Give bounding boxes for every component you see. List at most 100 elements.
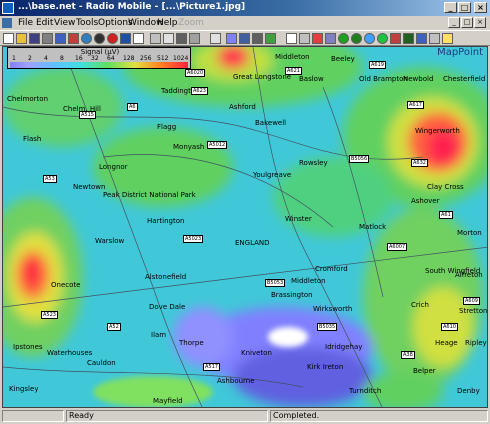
antenna-icon[interactable] (94, 33, 105, 44)
cartesian-icon[interactable] (299, 33, 310, 44)
menu-help[interactable]: Help (157, 18, 178, 28)
open-folder-icon[interactable] (16, 33, 27, 44)
world-map-icon[interactable] (403, 33, 414, 44)
place-label: Thorpe (179, 339, 204, 347)
network-icon[interactable] (42, 33, 53, 44)
place-label: Flagg (157, 123, 177, 131)
place-label: Newbold (403, 75, 434, 83)
menu-file[interactable]: File (18, 18, 33, 28)
place-label: Longnor (99, 163, 128, 171)
save-icon[interactable] (29, 33, 40, 44)
place-label: Matlock (359, 223, 387, 231)
doc-close-button[interactable]: × (474, 17, 486, 28)
place-label: Idridgehay (325, 343, 363, 351)
resize-icon[interactable] (176, 33, 187, 44)
doc-minimize-button[interactable]: _ (448, 17, 460, 28)
road-label: A53 (43, 175, 57, 183)
place-label: Clay Cross (427, 183, 464, 191)
legend-tick: 512 (157, 55, 169, 62)
help-icon[interactable] (442, 33, 453, 44)
menu-zoom[interactable]: Zoom (178, 18, 204, 28)
apr-icon[interactable] (351, 33, 362, 44)
merge-pictures-icon[interactable] (163, 33, 174, 44)
stop-icon[interactable] (107, 33, 118, 44)
chart-icon[interactable] (390, 33, 401, 44)
polar-icon[interactable] (312, 33, 323, 44)
style-icon[interactable] (265, 33, 276, 44)
place-label: Warslow (95, 237, 125, 245)
place-label: Newtown (73, 183, 106, 191)
legend-tick: 128 (123, 55, 135, 62)
place-label: Winster (285, 215, 312, 223)
place-label: Alfreton (455, 271, 483, 279)
place-label: Belper (413, 367, 436, 375)
crop-icon[interactable] (189, 33, 200, 44)
menu-edit[interactable]: Edit (36, 18, 53, 28)
compass-icon[interactable] (377, 33, 388, 44)
road-label: A5023 (183, 235, 204, 243)
document-window-controls: _ □ × (448, 17, 488, 29)
properties-icon[interactable] (55, 33, 66, 44)
new-file-icon[interactable] (3, 33, 14, 44)
place-label: Middleton (275, 53, 310, 61)
road-label: A623 (191, 87, 208, 95)
place-label: Dove Dale (149, 303, 186, 311)
globe-icon[interactable] (81, 33, 92, 44)
place-label: Great Longstone (233, 73, 292, 81)
road-label: A632 (411, 159, 428, 167)
coverage-map[interactable]: Signal (µV) 1 2 4 8 16 32 64 128 256 512… (2, 46, 488, 408)
coverage-icon[interactable] (364, 33, 375, 44)
road-label: B5035 (317, 323, 338, 331)
place-label: Stretton (459, 307, 488, 315)
earth-icon[interactable] (416, 33, 427, 44)
minimize-button[interactable]: _ (444, 2, 457, 13)
place-label: Onecote (51, 281, 81, 289)
visual-coverage-icon[interactable] (133, 33, 144, 44)
doc-restore-button[interactable]: □ (461, 17, 473, 28)
place-label: Kingsley (9, 385, 39, 393)
settings-icon[interactable] (252, 33, 263, 44)
place-label: Brassington (271, 291, 313, 299)
elevation-grid-icon[interactable] (286, 33, 297, 44)
place-label: Kirk Ireton (307, 363, 344, 371)
find-icon[interactable] (239, 33, 250, 44)
print-icon[interactable] (210, 33, 221, 44)
menu-view[interactable]: View (54, 18, 75, 28)
legend-tick: 4 (44, 55, 48, 62)
place-label: Bakewell (255, 119, 287, 127)
window-title: ...\base.net - Radio Mobile - [...\Pictu… (18, 2, 246, 12)
place-label: Waterhouses (47, 349, 93, 357)
menu-tools[interactable]: Tools (76, 18, 98, 28)
place-label: Baslow (299, 75, 324, 83)
road-label: A609 (463, 297, 480, 305)
legend-tick: 64 (107, 55, 115, 62)
place-label: Cromford (315, 265, 348, 273)
road-label: A517 (203, 363, 220, 371)
road-label: A6 (127, 103, 138, 111)
place-label: Wingerworth (415, 127, 460, 135)
close-button[interactable]: × (474, 2, 487, 13)
place-label: Beeley (331, 55, 355, 63)
signal-legend: Signal (µV) 1 2 4 8 16 32 64 128 256 512… (7, 47, 191, 69)
legend-color-scale (10, 62, 188, 68)
place-label: Ipstones (13, 343, 43, 351)
app-icon[interactable] (2, 2, 14, 14)
legend-tick: 16 (75, 55, 83, 62)
place-label: Cauldon (87, 359, 116, 367)
copy-icon[interactable] (226, 33, 237, 44)
place-label: Chelmorton (7, 95, 49, 103)
gps-icon[interactable] (338, 33, 349, 44)
title-bar[interactable]: ...\base.net - Radio Mobile - [...\Pictu… (0, 0, 490, 16)
status-panel-state: Ready (66, 410, 268, 422)
calculator-icon[interactable] (429, 33, 440, 44)
legend-tick: 8 (60, 55, 64, 62)
units-icon[interactable] (68, 33, 79, 44)
place-label: Mayfield (153, 397, 183, 405)
radio-link-icon[interactable] (120, 33, 131, 44)
route-icon[interactable] (325, 33, 336, 44)
map-properties-icon[interactable] (150, 33, 161, 44)
road-label: A617 (407, 101, 424, 109)
maximize-button[interactable]: □ (458, 2, 471, 13)
place-label: Old Brampton (359, 75, 408, 83)
document-icon[interactable] (2, 18, 12, 28)
